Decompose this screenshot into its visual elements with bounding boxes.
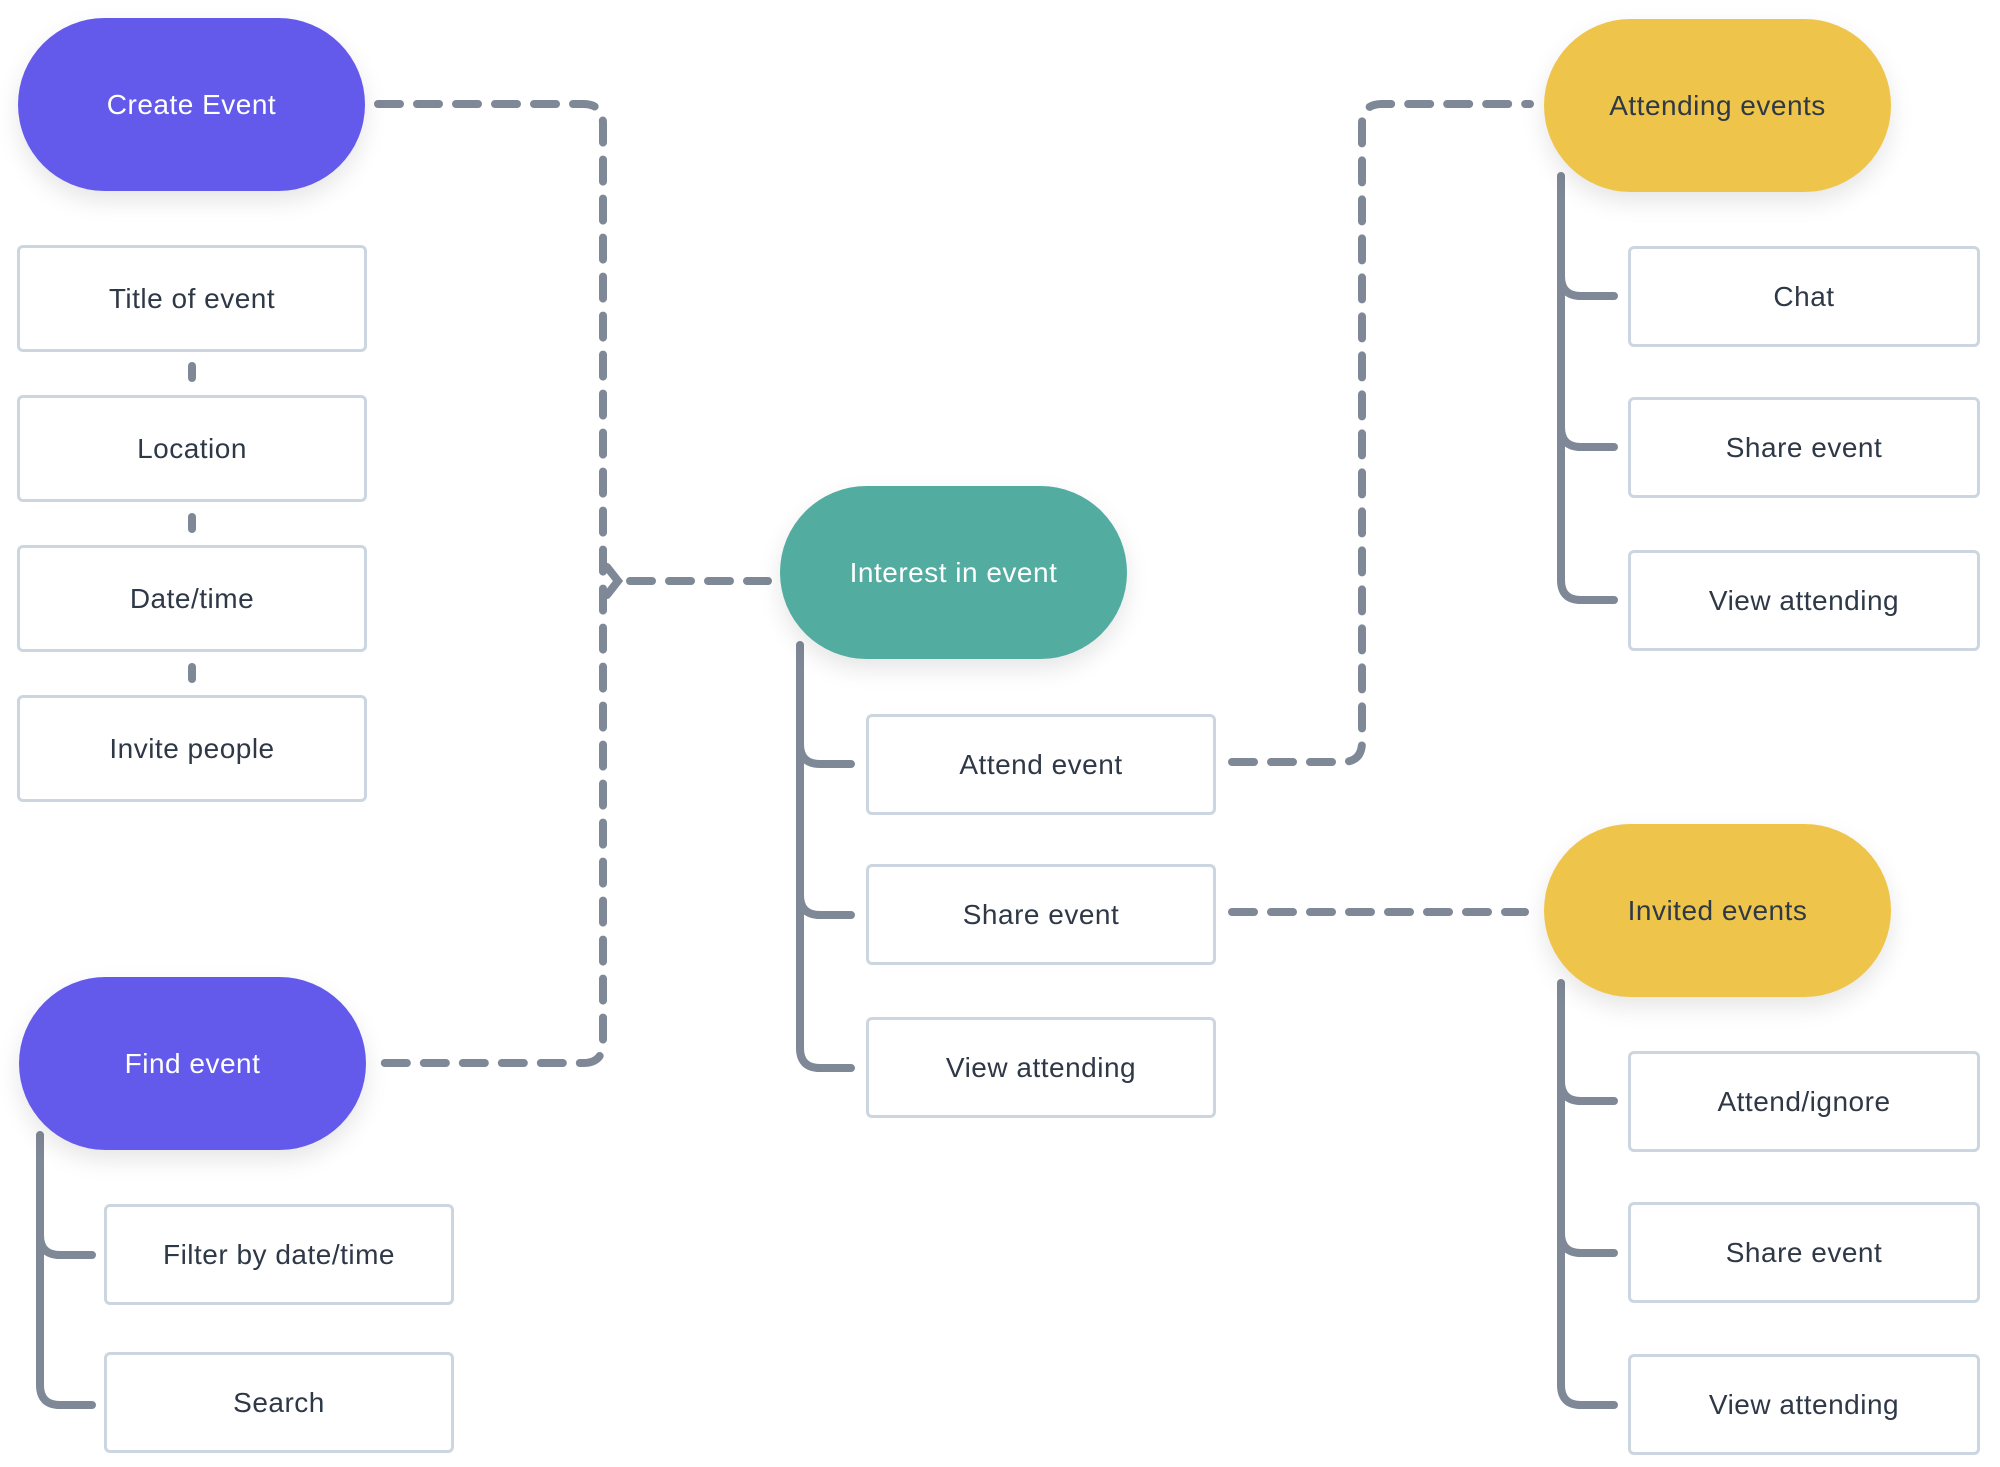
step-label: Invite people [109,732,275,764]
step-label: Date/time [129,582,255,614]
tree-invited [1557,979,1618,1409]
child-label: Attend/ignore [1717,1085,1891,1117]
share-event-invited[interactable]: Share event [1628,1202,1980,1303]
edge-attend-to-attending [1228,100,1534,766]
tree-interest [796,641,855,1072]
filter-by-date-time[interactable]: Filter by date/time [104,1204,454,1305]
child-label: Search [233,1386,325,1418]
interest-in-event-node[interactable]: Interest in event [780,486,1127,659]
tree-attending [1557,172,1618,604]
child-label: Share event [1725,431,1883,463]
step-location[interactable]: Location [17,395,367,502]
create-event-node[interactable]: Create Event [18,18,365,191]
child-label: View attending [1708,584,1900,616]
child-label: Share event [1725,1236,1883,1268]
find-event-node[interactable]: Find event [19,977,366,1150]
step-title-of-event[interactable]: Title of event [17,245,367,352]
step-invite-people[interactable]: Invite people [17,695,367,802]
edge-create-to-interest [374,100,607,1067]
search[interactable]: Search [104,1352,454,1453]
child-label: Share event [962,898,1120,930]
step-date-time[interactable]: Date/time [17,545,367,652]
find-event-label: Find event [124,1047,261,1079]
child-label: Attend event [959,748,1123,780]
step-label: Location [137,432,247,464]
view-attending-invited[interactable]: View attending [1628,1354,1980,1455]
share-event-center[interactable]: Share event [866,864,1216,965]
child-label: View attending [945,1051,1137,1083]
invited-events-label: Invited events [1627,894,1808,926]
attend-event[interactable]: Attend event [866,714,1216,815]
step-label: Title of event [108,282,276,314]
attending-events-label: Attending events [1609,89,1826,121]
share-event-attending[interactable]: Share event [1628,397,1980,498]
junction-arrow-icon [603,563,624,599]
attending-events-node[interactable]: Attending events [1544,19,1891,192]
child-label: Filter by date/time [162,1238,396,1270]
create-event-label: Create Event [106,88,277,120]
attend-ignore[interactable]: Attend/ignore [1628,1051,1980,1152]
child-label: View attending [1708,1388,1900,1420]
view-attending-attending[interactable]: View attending [1628,550,1980,651]
child-label: Chat [1773,280,1835,312]
interest-in-event-label: Interest in event [849,556,1058,588]
view-attending-center[interactable]: View attending [866,1017,1216,1118]
chat[interactable]: Chat [1628,246,1980,347]
invited-events-node[interactable]: Invited events [1544,824,1891,997]
tree-find [36,1131,96,1409]
